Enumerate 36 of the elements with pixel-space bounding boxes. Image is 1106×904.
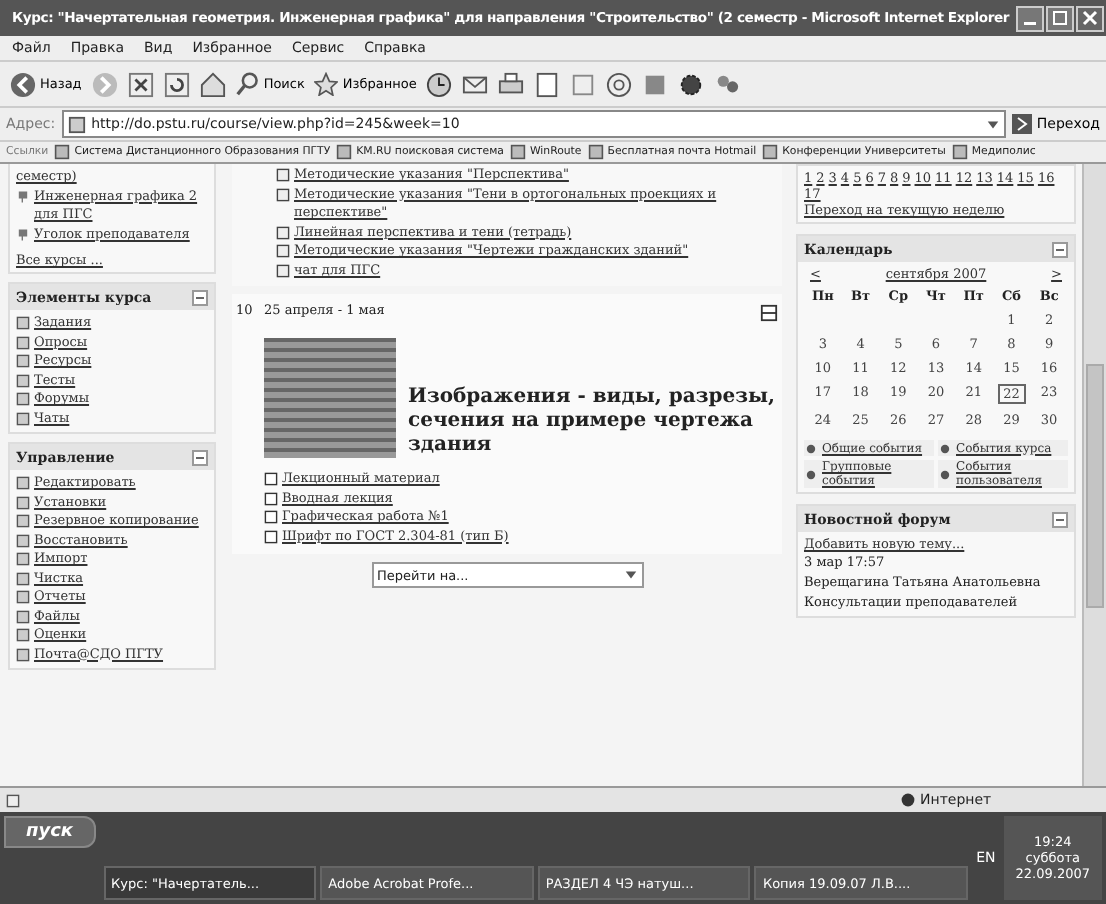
collapse-icon[interactable] <box>1052 241 1068 257</box>
close-button[interactable] <box>1075 5 1104 31</box>
go-arrow-icon <box>1012 114 1033 134</box>
stop-icon[interactable] <box>127 71 154 97</box>
dropdown-arrow-icon <box>623 568 637 582</box>
dropdown-arrow-icon[interactable] <box>986 117 1001 131</box>
section-heading: Изображения - виды, разрезы, сечения на примере чертежа здания <box>408 386 777 458</box>
page-icon <box>336 144 353 160</box>
start-button[interactable]: пуск <box>4 816 96 848</box>
people-icon[interactable] <box>714 71 741 97</box>
print-icon[interactable] <box>498 71 525 97</box>
document-icon[interactable] <box>534 71 561 97</box>
maximize-icon <box>1051 10 1068 26</box>
photo-placeholder <box>264 338 396 458</box>
home-icon[interactable] <box>199 71 226 97</box>
collapse-icon[interactable] <box>760 304 778 322</box>
globe-icon <box>900 792 916 808</box>
maximize-button[interactable] <box>1045 5 1074 31</box>
refresh-icon[interactable] <box>163 71 190 97</box>
collapse-icon[interactable] <box>1052 511 1068 527</box>
minimize-button[interactable] <box>1015 5 1044 31</box>
course-icon <box>16 189 30 203</box>
close-icon <box>1081 10 1098 26</box>
page-icon <box>509 144 526 160</box>
page-icon <box>951 144 968 160</box>
page-icon <box>762 144 779 160</box>
history-icon[interactable] <box>426 71 453 97</box>
mail-icon[interactable] <box>462 71 489 97</box>
scrollbar[interactable] <box>1082 164 1106 786</box>
collapse-icon[interactable] <box>192 289 208 305</box>
search-icon <box>235 72 260 96</box>
page-icon <box>587 144 604 160</box>
collapse-icon[interactable] <box>192 449 208 465</box>
star-icon <box>314 72 339 96</box>
gear-icon[interactable] <box>678 71 705 97</box>
course-icon <box>16 227 30 241</box>
